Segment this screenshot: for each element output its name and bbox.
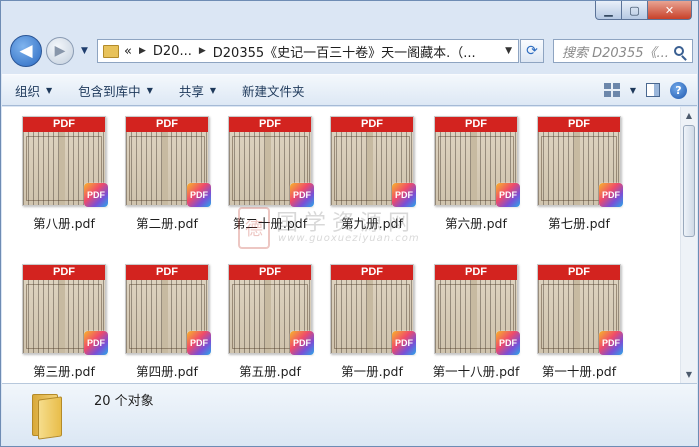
pdf-app-icon: PDF [84,331,108,355]
breadcrumb-separator-icon: ▶ [198,46,206,56]
watermark-url: www.guoxueziyuan.com [278,233,420,244]
pdf-app-icon: PDF [392,183,416,207]
file-name[interactable]: 第九册.pdf [322,213,422,232]
pdf-app-icon: PDF [290,331,314,355]
search-input[interactable]: 搜索 D20355《... [554,42,672,61]
organize-label: 组织 [15,83,41,99]
pdf-thumbnail: PDF PDF [125,264,211,355]
new-folder-button[interactable]: 新建文件夹 [229,75,318,105]
folder-icon [103,44,119,58]
share-label: 共享 [178,83,204,99]
pdf-band-label: PDF [435,265,517,280]
pdf-app-icon: PDF [84,183,108,207]
file-name[interactable]: 第二册.pdf [117,213,217,232]
pdf-band-label: PDF [229,117,311,132]
pdf-app-icon: PDF [496,183,520,207]
include-in-library-menu[interactable]: 包含到库中 ▼ [65,75,166,105]
recent-pages-dropdown[interactable]: ▼ [81,46,88,56]
file-name[interactable]: 第七册.pdf [529,213,629,232]
minimize-button[interactable]: ▁ [595,1,622,20]
file-name[interactable]: 第二十册.pdf [220,213,320,232]
vertical-scrollbar[interactable]: ▲ ▼ [680,107,697,383]
breadcrumb-separator-icon: ▶ [138,46,146,56]
view-controls: ▼ ? [603,81,697,99]
file-name[interactable]: 第六册.pdf [426,213,526,232]
breadcrumb-parent[interactable]: D20... [153,44,192,59]
pdf-thumbnail: PDF PDF [434,264,520,355]
pdf-app-icon: PDF [599,183,623,207]
file-name[interactable]: 第四册.pdf [117,361,217,380]
pdf-thumbnail: PDF PDF [228,116,314,207]
search-icon [674,46,684,56]
change-view-icon[interactable] [603,83,620,97]
view-options-dropdown-icon[interactable]: ▼ [630,86,636,95]
file-name[interactable]: 第三册.pdf [14,361,114,380]
pdf-band-label: PDF [435,117,517,132]
file-name[interactable]: 第一十八册.pdf [426,361,526,380]
scroll-up-icon[interactable]: ▲ [681,107,697,124]
pdf-band-label: PDF [23,117,105,132]
explorer-window: ▁ ▢ ✕ ◀ ▶ ▼ « ▶ D20... ▶ D20355《史记一百三十卷》… [0,0,699,447]
pdf-band-label: PDF [538,117,620,132]
pdf-band-label: PDF [126,265,208,280]
pdf-band-label: PDF [229,265,311,280]
preview-pane-icon[interactable] [646,83,660,97]
close-button[interactable]: ✕ [648,1,692,20]
breadcrumb-overflow[interactable]: « [124,44,132,59]
file-name[interactable]: 第一册.pdf [322,361,422,380]
forward-button[interactable]: ▶ [46,37,74,65]
breadcrumb-current[interactable]: D20355《史记一百三十卷》天一阁藏本.（... [213,42,476,61]
pdf-app-icon: PDF [187,331,211,355]
pdf-thumbnail: PDF PDF [330,264,416,355]
search-box[interactable]: 搜索 D20355《... [553,39,693,63]
pdf-thumbnail: PDF PDF [125,116,211,207]
pdf-app-icon: PDF [599,331,623,355]
pdf-thumbnail: PDF PDF [330,116,416,207]
folder-icon [32,390,62,440]
pdf-band-label: PDF [331,117,413,132]
details-pane: 20 个对象 [2,383,697,446]
pdf-band-label: PDF [126,117,208,132]
refresh-button[interactable]: ⟳ [520,39,544,63]
address-bar[interactable]: « ▶ D20... ▶ D20355《史记一百三十卷》天一阁藏本.（... ▼ [97,39,519,63]
pdf-thumbnail: PDF PDF [537,116,623,207]
chevron-down-icon: ▼ [46,85,53,95]
maximize-button[interactable]: ▢ [622,1,648,20]
pdf-band-label: PDF [331,265,413,280]
scroll-thumb[interactable] [683,125,695,237]
forward-arrow-icon: ▶ [54,43,66,59]
file-name[interactable]: 第五册.pdf [220,361,320,380]
pdf-band-label: PDF [538,265,620,280]
organize-menu[interactable]: 组织 ▼ [2,75,65,105]
command-bar: 组织 ▼ 包含到库中 ▼ 共享 ▼ 新建文件夹 ▼ ? [2,74,697,106]
pdf-app-icon: PDF [290,183,314,207]
pdf-thumbnail: PDF PDF [22,264,108,355]
file-name[interactable]: 第八册.pdf [14,213,114,232]
address-dropdown-icon[interactable]: ▼ [505,46,512,56]
chevron-down-icon: ▼ [209,85,217,95]
navigation-bar: ◀ ▶ ▼ « ▶ D20... ▶ D20355《史记一百三十卷》天一阁藏本.… [1,31,699,71]
pdf-app-icon: PDF [187,183,211,207]
new-folder-label: 新建文件夹 [242,83,305,99]
file-name[interactable]: 第一十册.pdf [529,361,629,380]
share-menu[interactable]: 共享 ▼ [166,75,229,105]
help-icon[interactable]: ? [670,81,687,99]
back-arrow-icon: ◀ [19,41,33,61]
chevron-down-icon: ▼ [146,85,153,95]
include-in-library-label: 包含到库中 [78,83,141,99]
pdf-thumbnail: PDF PDF [537,264,623,355]
item-count: 20 个对象 [94,394,154,409]
pdf-thumbnail: PDF PDF [22,116,108,207]
pdf-app-icon: PDF [392,331,416,355]
back-button[interactable]: ◀ [10,35,42,67]
refresh-icon: ⟳ [526,43,538,59]
pdf-app-icon: PDF [496,331,520,355]
pdf-thumbnail: PDF PDF [434,116,520,207]
pdf-thumbnail: PDF PDF [228,264,314,355]
file-list: PDF PDF 第八册.pdf PDF PDF 第二册.pdf PDF PDF 第二十册.pdf… [2,107,697,383]
caption-buttons: ▁ ▢ ✕ [595,1,692,20]
pdf-band-label: PDF [23,265,105,280]
scroll-down-icon[interactable]: ▼ [681,366,697,383]
